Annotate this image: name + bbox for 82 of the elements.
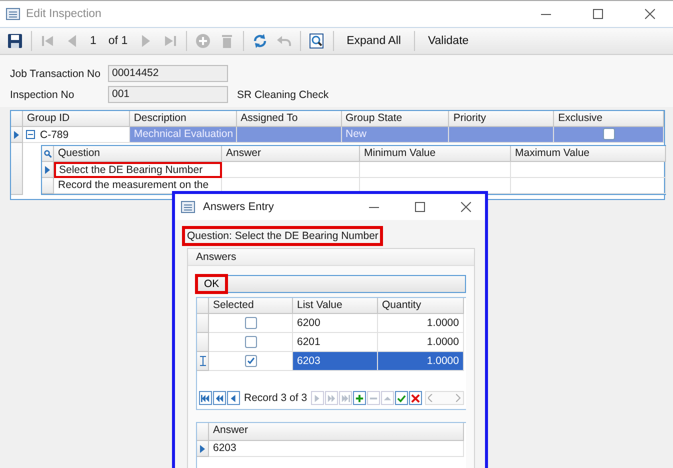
last-icon — [341, 394, 350, 402]
table-cell: 1.0000 — [378, 352, 464, 371]
row-header[interactable] — [42, 146, 54, 162]
toolbar-button[interactable]: Validate — [420, 30, 477, 52]
save-icon — [7, 33, 23, 49]
close-icon[interactable] — [645, 9, 655, 19]
table-cell: 1.0000 — [378, 314, 464, 333]
previous-page-button[interactable] — [213, 391, 226, 405]
plus-icon — [355, 394, 364, 402]
current-row-icon — [45, 166, 50, 174]
column-header[interactable]: Answer — [209, 423, 464, 441]
preview-icon — [308, 33, 325, 49]
edit-cursor-icon — [200, 356, 206, 366]
page-indicator: 1 — [89, 35, 98, 47]
window-icon — [181, 201, 195, 213]
question-label: Question: Select the DE Bearing Number — [182, 226, 384, 246]
table-cell: Select the DE Bearing Number — [54, 162, 222, 178]
table-cell: Mechnical Evaluation — [130, 127, 237, 143]
dialog-title: Answers Entry — [203, 201, 275, 213]
group-id: C-789 — [40, 128, 69, 140]
check-icon — [397, 394, 406, 402]
column-header[interactable]: Minimum Value — [360, 146, 511, 162]
row-header — [197, 423, 209, 441]
current-row-icon — [200, 444, 205, 452]
maximize-icon[interactable] — [593, 9, 603, 19]
column-header[interactable]: List Value — [293, 298, 378, 314]
collapse-icon[interactable] — [26, 130, 35, 139]
row-header[interactable] — [11, 127, 23, 143]
row-header[interactable] — [197, 352, 209, 371]
plus-icon — [194, 33, 211, 49]
rewind-icon — [215, 394, 224, 402]
window-title: Edit Inspection — [26, 8, 102, 20]
checkbox[interactable] — [244, 316, 256, 328]
scrollbar[interactable] — [425, 391, 464, 405]
add-record-button[interactable] — [353, 391, 366, 405]
column-header[interactable]: Answer — [222, 146, 360, 162]
column-header[interactable]: Group State — [342, 111, 450, 127]
checkbox[interactable] — [602, 128, 615, 140]
column-header[interactable]: Exclusive — [554, 111, 664, 127]
checkbox[interactable] — [244, 354, 256, 366]
column-header[interactable]: Description — [130, 111, 237, 127]
column-header[interactable]: Selected — [209, 298, 293, 314]
field-label: Job Transaction No — [10, 68, 102, 80]
page-indicator: of 1 — [107, 35, 129, 47]
column-header[interactable]: Quantity — [378, 298, 464, 314]
table-cell: 6203 — [293, 352, 378, 371]
cross-icon — [411, 394, 420, 402]
previous-icon — [229, 394, 238, 402]
first-icon — [201, 394, 210, 402]
current-row-icon — [14, 130, 19, 138]
undo-icon — [276, 33, 292, 49]
field-label: Inspection No — [10, 88, 76, 100]
input-field[interactable]: 001 — [108, 86, 228, 103]
search-icon — [44, 150, 52, 158]
table-cell: New — [342, 127, 450, 143]
record-indicator: Record 3 of 3 — [243, 392, 308, 404]
fast-forward-icon — [327, 394, 336, 402]
window-icon — [6, 8, 20, 20]
close-icon[interactable] — [461, 202, 471, 212]
inspection-name: SR Cleaning Check — [237, 88, 329, 100]
column-header[interactable]: Group ID — [23, 111, 130, 127]
row-header[interactable] — [42, 162, 54, 178]
confirm-button[interactable] — [395, 391, 408, 405]
input-field[interactable]: 00014452 — [108, 65, 228, 82]
row-header[interactable] — [197, 441, 209, 457]
table-cell: 6203 — [209, 441, 464, 457]
refresh-icon — [252, 33, 268, 49]
column-header[interactable]: Maximum Value — [511, 146, 666, 162]
row-header — [197, 298, 209, 314]
row-header — [11, 111, 23, 127]
previous-record-button[interactable] — [227, 391, 240, 405]
first-icon — [40, 33, 56, 49]
maximize-icon[interactable] — [415, 202, 425, 212]
table-cell: 6200 — [293, 314, 378, 333]
column-header[interactable]: Assigned To — [236, 111, 342, 127]
ok-button[interactable]: OK — [197, 276, 226, 292]
column-header[interactable]: Priority — [449, 111, 554, 127]
column-header[interactable]: Question — [54, 146, 222, 162]
first-record-button[interactable] — [199, 391, 212, 405]
toolbar-button[interactable]: Expand All — [338, 30, 409, 52]
checkbox[interactable] — [244, 336, 256, 348]
cancel-button[interactable] — [409, 391, 422, 405]
